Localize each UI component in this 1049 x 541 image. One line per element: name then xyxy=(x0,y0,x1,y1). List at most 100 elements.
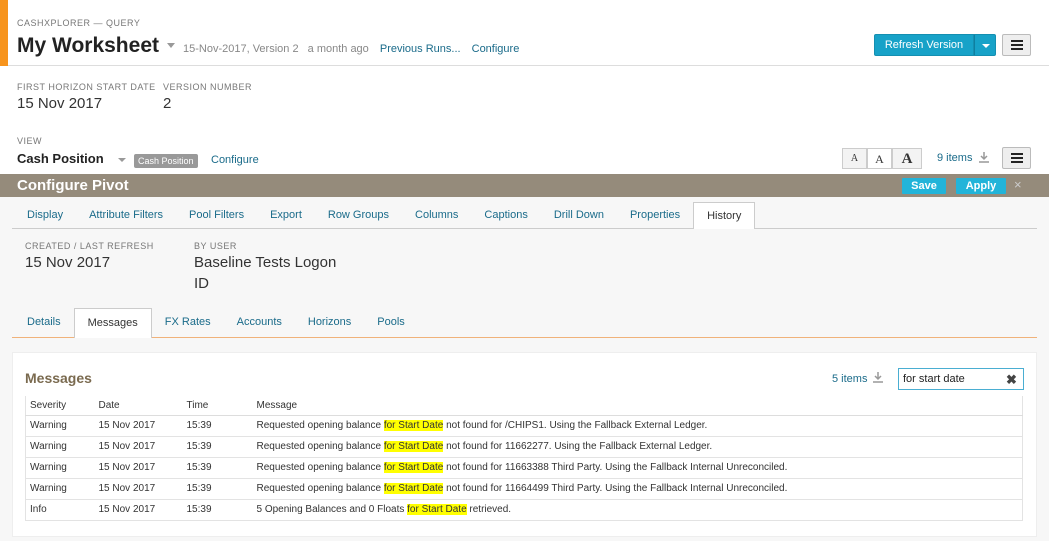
severity-cell: Warning xyxy=(25,457,95,479)
configure-pivot-bar: Configure Pivot Save Apply × xyxy=(0,174,1049,197)
date-cell: 15 Nov 2017 xyxy=(94,415,183,437)
worksheet-meta: 15-Nov-2017, Version 2 a month ago Previ… xyxy=(183,43,519,55)
tab-captions[interactable]: Captions xyxy=(471,202,540,229)
time-cell: 15:39 xyxy=(182,457,253,479)
by-user-value-line1: Baseline Tests Logon xyxy=(194,254,337,271)
tab-export[interactable]: Export xyxy=(257,202,315,229)
message-text: Requested opening balance xyxy=(256,483,384,494)
history-subtabs: Details Messages FX Rates Accounts Horiz… xyxy=(14,308,418,338)
time-cell: 15:39 xyxy=(182,478,253,500)
configure-link[interactable]: Configure xyxy=(472,43,520,55)
view-badge: Cash Position xyxy=(134,154,198,168)
severity-cell: Info xyxy=(25,499,95,521)
message-cell: Requested opening balance for Start Date… xyxy=(252,478,1023,500)
accent-bar xyxy=(0,0,8,66)
messages-items-count[interactable]: 5 items xyxy=(832,373,867,385)
col-time[interactable]: Time xyxy=(182,396,253,416)
search-clear-icon[interactable]: ✖ xyxy=(1006,372,1017,388)
message-cell: Requested opening balance for Start Date… xyxy=(252,415,1023,437)
last-run-ago: a month ago xyxy=(307,43,369,55)
table-row[interactable]: Warning 15 Nov 2017 15:39 Requested opening… xyxy=(25,436,1023,458)
subtab-accounts[interactable]: Accounts xyxy=(224,308,295,338)
time-cell: 15:39 xyxy=(182,415,253,437)
search-highlight: for Start Date xyxy=(383,483,444,494)
col-date[interactable]: Date xyxy=(94,396,183,416)
by-user-label: BY USER xyxy=(194,241,237,251)
date-cell: 15 Nov 2017 xyxy=(94,499,183,521)
search-highlight: for Start Date xyxy=(383,462,444,473)
tab-row-groups[interactable]: Row Groups xyxy=(315,202,402,229)
message-text: not found for 11664499 Third Party. Usin… xyxy=(443,483,788,494)
save-button[interactable]: Save xyxy=(902,178,946,194)
first-horizon-value: 15 Nov 2017 xyxy=(17,95,103,112)
messages-table: Severity Date Time Message Warning 15 Nov… xyxy=(25,396,1023,521)
tab-pool-filters[interactable]: Pool Filters xyxy=(176,202,257,229)
date-cell: 15 Nov 2017 xyxy=(94,478,183,500)
search-highlight: for Start Date xyxy=(383,441,444,452)
messages-title: Messages xyxy=(25,370,92,386)
col-severity[interactable]: Severity xyxy=(25,396,95,416)
version-number-label: VERSION NUMBER xyxy=(163,82,253,92)
view-menu-hamburger-icon[interactable] xyxy=(1002,147,1031,169)
message-text: not found for /CHIPS1. Using the Fallbac… xyxy=(443,420,708,431)
font-small-button[interactable]: A xyxy=(842,148,867,169)
subtab-fx-rates[interactable]: FX Rates xyxy=(152,308,224,338)
search-highlight: for Start Date xyxy=(383,420,444,431)
view-configure-link[interactable]: Configure xyxy=(211,154,259,166)
view-items-count[interactable]: 9 items xyxy=(937,152,972,164)
refresh-options-chevron-down-icon[interactable] xyxy=(974,34,996,56)
tab-columns[interactable]: Columns xyxy=(402,202,471,229)
message-cell: Requested opening balance for Start Date… xyxy=(252,436,1023,458)
message-text: not found for 11662277. Using the Fallba… xyxy=(443,441,713,452)
table-row[interactable]: Warning 15 Nov 2017 15:39 Requested opening… xyxy=(25,478,1023,500)
message-cell: Requested opening balance for Start Date… xyxy=(252,457,1023,479)
refresh-version-button[interactable]: Refresh Version xyxy=(874,34,974,56)
first-horizon-label: FIRST HORIZON START DATE xyxy=(17,82,156,92)
time-cell: 15:39 xyxy=(182,499,253,521)
font-large-button[interactable]: A xyxy=(892,148,922,169)
view-label: VIEW xyxy=(17,136,43,146)
message-text: 5 Opening Balances and 0 Floats xyxy=(256,504,408,515)
message-text: Requested opening balance xyxy=(256,420,384,431)
close-icon[interactable]: × xyxy=(1014,177,1022,192)
message-cell: 5 Opening Balances and 0 Floats for Star… xyxy=(252,499,1023,521)
message-text: Requested opening balance xyxy=(256,462,384,473)
pivot-tabs: Display Attribute Filters Pool Filters E… xyxy=(14,202,756,229)
message-text: Requested opening balance xyxy=(256,441,384,452)
previous-runs-link[interactable]: Previous Runs... xyxy=(380,43,461,55)
title-chevron-down-icon[interactable] xyxy=(167,43,175,48)
col-message[interactable]: Message xyxy=(252,396,1023,416)
main-menu-hamburger-icon[interactable] xyxy=(1002,34,1031,56)
table-row[interactable]: Info 15 Nov 2017 15:39 5 Opening Balances a… xyxy=(25,499,1023,521)
subtab-horizons[interactable]: Horizons xyxy=(295,308,364,338)
subtab-pools[interactable]: Pools xyxy=(364,308,418,338)
tab-drill-down[interactable]: Drill Down xyxy=(541,202,617,229)
tab-display[interactable]: Display xyxy=(14,202,76,229)
subtab-messages[interactable]: Messages xyxy=(73,308,152,338)
created-refresh-label: CREATED / LAST REFRESH xyxy=(25,241,154,251)
font-medium-button[interactable]: A xyxy=(867,148,892,169)
date-cell: 15 Nov 2017 xyxy=(94,457,183,479)
view-chevron-down-icon[interactable] xyxy=(118,158,126,162)
table-row[interactable]: Warning 15 Nov 2017 15:39 Requested opening… xyxy=(25,415,1023,437)
tab-history[interactable]: History xyxy=(693,202,756,229)
date-version: 15-Nov-2017, Version 2 xyxy=(183,43,299,55)
font-size-group: A A A xyxy=(842,148,922,169)
tab-attribute-filters[interactable]: Attribute Filters xyxy=(76,202,176,229)
created-refresh-value: 15 Nov 2017 xyxy=(25,254,111,271)
by-user-value-line2: ID xyxy=(194,275,209,292)
message-text: not found for 11663388 Third Party. Usin… xyxy=(443,462,788,473)
subtab-details[interactable]: Details xyxy=(14,308,74,338)
download-icon[interactable] xyxy=(978,151,990,163)
messages-download-icon[interactable] xyxy=(872,371,884,383)
severity-cell: Warning xyxy=(25,436,95,458)
table-header-row: Severity Date Time Message xyxy=(25,396,1023,416)
apply-button[interactable]: Apply xyxy=(956,178,1006,194)
table-row[interactable]: Warning 15 Nov 2017 15:39 Requested opening… xyxy=(25,457,1023,479)
view-name[interactable]: Cash Position xyxy=(17,151,104,166)
severity-cell: Warning xyxy=(25,478,95,500)
tab-properties[interactable]: Properties xyxy=(617,202,693,229)
page-header: CASHXPLORER — QUERY My Worksheet 15-Nov-… xyxy=(0,0,1049,66)
message-text: retrieved. xyxy=(466,504,512,515)
version-number-value: 2 xyxy=(163,95,172,112)
